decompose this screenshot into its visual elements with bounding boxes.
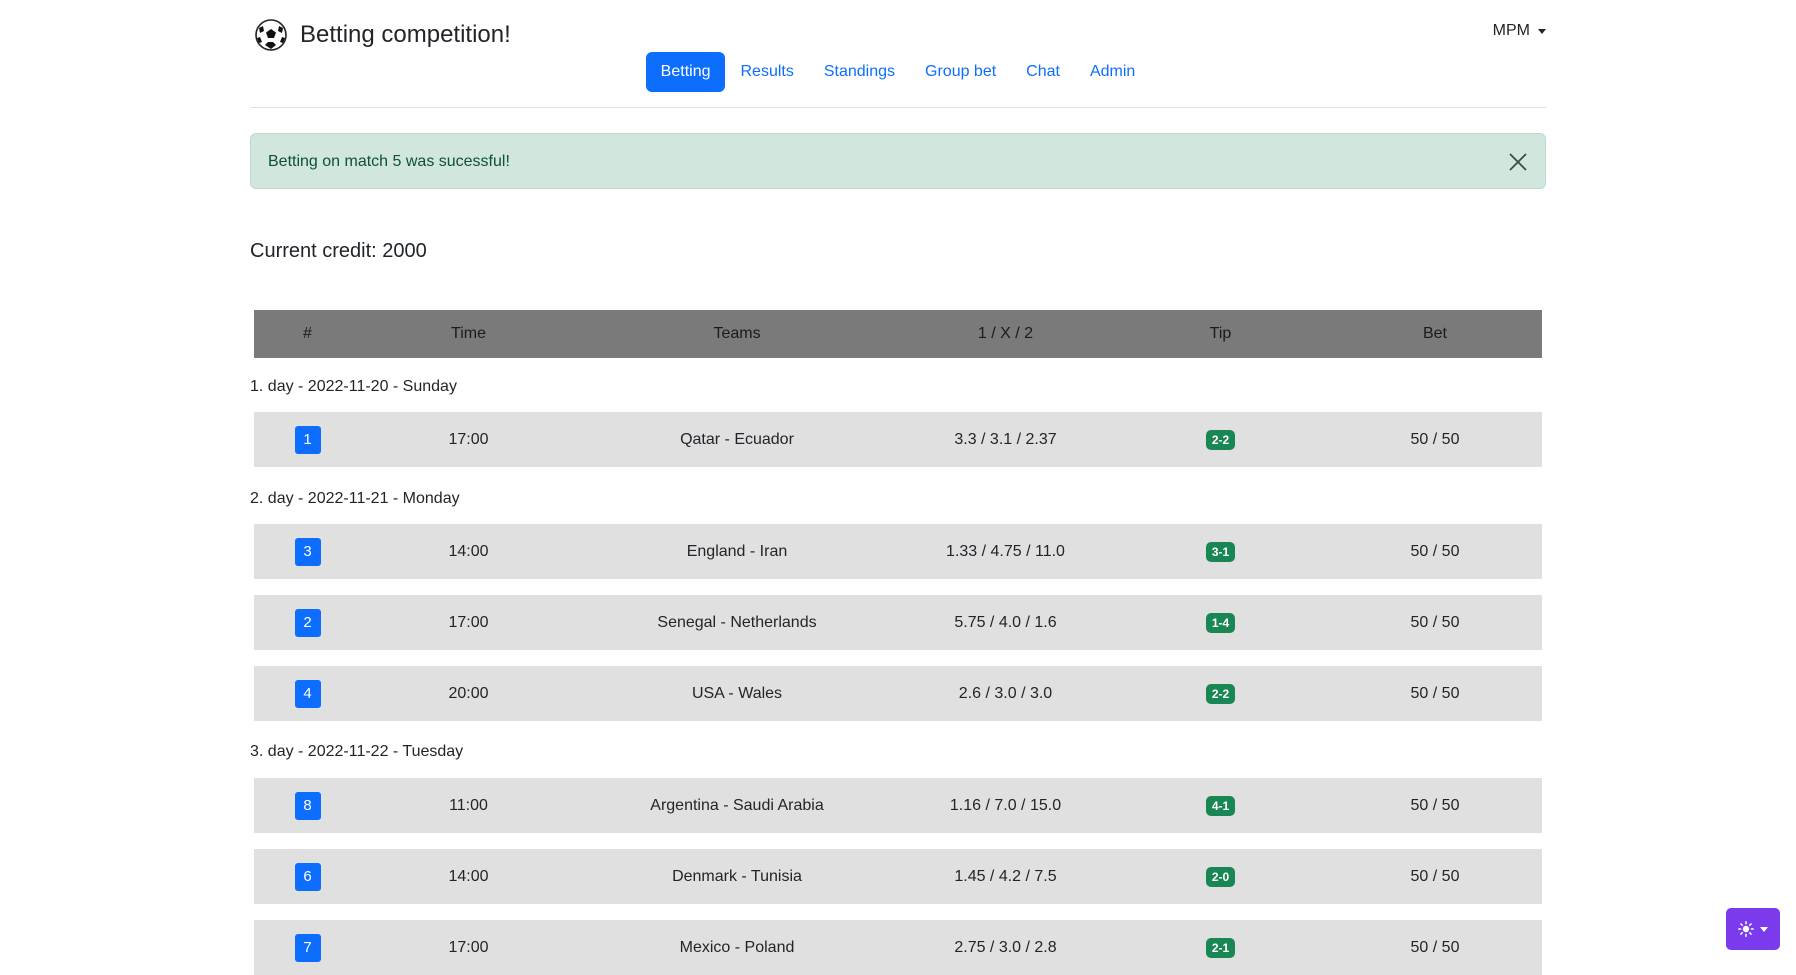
match-time: 17:00 (448, 613, 489, 631)
user-menu-label: MPM (1492, 22, 1530, 39)
tip-badge: 4-1 (1205, 795, 1236, 816)
match-time: 17:00 (448, 430, 489, 448)
match-teams: Denmark - Tunisia (672, 867, 802, 885)
header-teams: Teams (713, 325, 761, 342)
caret-down-icon (1760, 926, 1768, 932)
match-time: 17:00 (448, 938, 489, 956)
match-odds: 5.75 / 4.0 / 1.6 (954, 613, 1057, 631)
brand-title: Betting competition! (300, 21, 511, 48)
success-alert: Betting on match 5 was sucessful! (250, 133, 1546, 189)
match-teams: Argentina - Saudi Arabia (650, 796, 824, 814)
nav-item-group-bet[interactable]: Group bet (910, 52, 1011, 92)
header-time: Time (451, 325, 486, 342)
tip-badge: 2-1 (1205, 937, 1236, 958)
match-number-button[interactable]: 6 (294, 862, 321, 891)
match-odds: 3.3 / 3.1 / 2.37 (954, 430, 1057, 448)
match-teams: Senegal - Netherlands (657, 613, 817, 631)
match-odds: 2.6 / 3.0 / 3.0 (958, 684, 1053, 702)
match-bet: 50 / 50 (1410, 430, 1460, 448)
match-number-button[interactable]: 1 (294, 425, 321, 454)
nav-item-standings[interactable]: Standings (809, 52, 910, 92)
match-teams: Qatar - Ecuador (680, 430, 794, 448)
match-time: 20:00 (448, 684, 489, 702)
header-tip: Tip (1209, 325, 1232, 342)
match-number-button[interactable]: 3 (294, 537, 321, 566)
day-label: 3. day - 2022-11-22 - Tuesday (250, 743, 464, 760)
tip-badge: 3-1 (1205, 541, 1236, 562)
match-number-button[interactable]: 4 (294, 679, 321, 708)
match-bet: 50 / 50 (1410, 938, 1460, 956)
match-number-button[interactable]: 8 (294, 791, 321, 820)
match-odds: 1.16 / 7.0 / 15.0 (949, 796, 1062, 814)
match-odds: 1.33 / 4.75 / 11.0 (946, 542, 1065, 560)
nav-item-chat[interactable]: Chat (1011, 52, 1075, 92)
nav-item-betting[interactable]: Betting (645, 52, 726, 92)
user-menu-dropdown[interactable]: MPM (1493, 22, 1546, 40)
match-number-button[interactable]: 7 (294, 933, 321, 962)
sun-icon (1738, 921, 1754, 937)
match-teams: USA - Wales (691, 684, 783, 702)
header-number: # (303, 325, 312, 342)
day-label: 1. day - 2022-11-20 - Sunday (250, 378, 457, 395)
tip-badge: 2-0 (1205, 866, 1236, 887)
tip-badge: 2-2 (1205, 683, 1236, 704)
tip-badge: 1-4 (1205, 612, 1236, 633)
match-odds: 1.45 / 4.2 / 7.5 (954, 867, 1057, 885)
match-time: 14:00 (448, 542, 489, 560)
table-row[interactable]: 8 11:00 Argentina - Saudi Arabia 1.16 / … (254, 778, 1542, 833)
match-bet: 50 / 50 (1410, 684, 1460, 702)
alert-message: Betting on match 5 was sucessful! (268, 153, 510, 170)
match-bet: 50 / 50 (1410, 796, 1460, 814)
tip-badge: 2-2 (1205, 429, 1236, 450)
match-time: 14:00 (448, 867, 489, 885)
caret-down-icon (1538, 28, 1546, 34)
match-bet: 50 / 50 (1410, 613, 1460, 631)
table-row[interactable]: 6 14:00 Denmark - Tunisia 1.45 / 4.2 / 7… (254, 849, 1542, 904)
match-bet: 50 / 50 (1410, 867, 1460, 885)
close-icon[interactable] (1507, 151, 1529, 173)
match-teams: England - Iran (686, 542, 788, 560)
nav-item-results[interactable]: Results (725, 52, 808, 92)
header-odds: 1 / X / 2 (977, 325, 1034, 342)
nav-item-admin[interactable]: Admin (1075, 52, 1150, 92)
table-row[interactable]: 2 17:00 Senegal - Netherlands 5.75 / 4.0… (254, 595, 1542, 650)
table-row[interactable]: 1 17:00 Qatar - Ecuador 3.3 / 3.1 / 2.37… (254, 412, 1542, 467)
betting-table: # Time Teams 1 / X / 2 Tip Bet 1. day - … (250, 310, 1542, 975)
brand[interactable]: Betting competition! (254, 17, 511, 53)
match-number-button[interactable]: 2 (294, 608, 321, 637)
table-row[interactable]: 3 14:00 England - Iran 1.33 / 4.75 / 11.… (254, 524, 1542, 579)
match-teams: Mexico - Poland (679, 938, 795, 956)
match-time: 11:00 (449, 796, 488, 814)
header-bet: Bet (1422, 325, 1447, 342)
table-header: # Time Teams 1 / X / 2 Tip Bet (254, 310, 1542, 358)
current-credit: Current credit: 2000 (250, 240, 427, 262)
theme-toggle-button[interactable] (1726, 908, 1780, 950)
main-nav: Betting Results Standings Group bet Chat… (250, 52, 1546, 92)
match-odds: 2.75 / 3.0 / 2.8 (954, 938, 1057, 956)
header-divider (250, 107, 1546, 108)
day-label: 2. day - 2022-11-21 - Monday (250, 490, 460, 507)
match-bet: 50 / 50 (1410, 542, 1460, 560)
table-row[interactable]: 4 20:00 USA - Wales 2.6 / 3.0 / 3.0 2-2 … (254, 666, 1542, 721)
soccer-ball-icon (255, 19, 287, 51)
